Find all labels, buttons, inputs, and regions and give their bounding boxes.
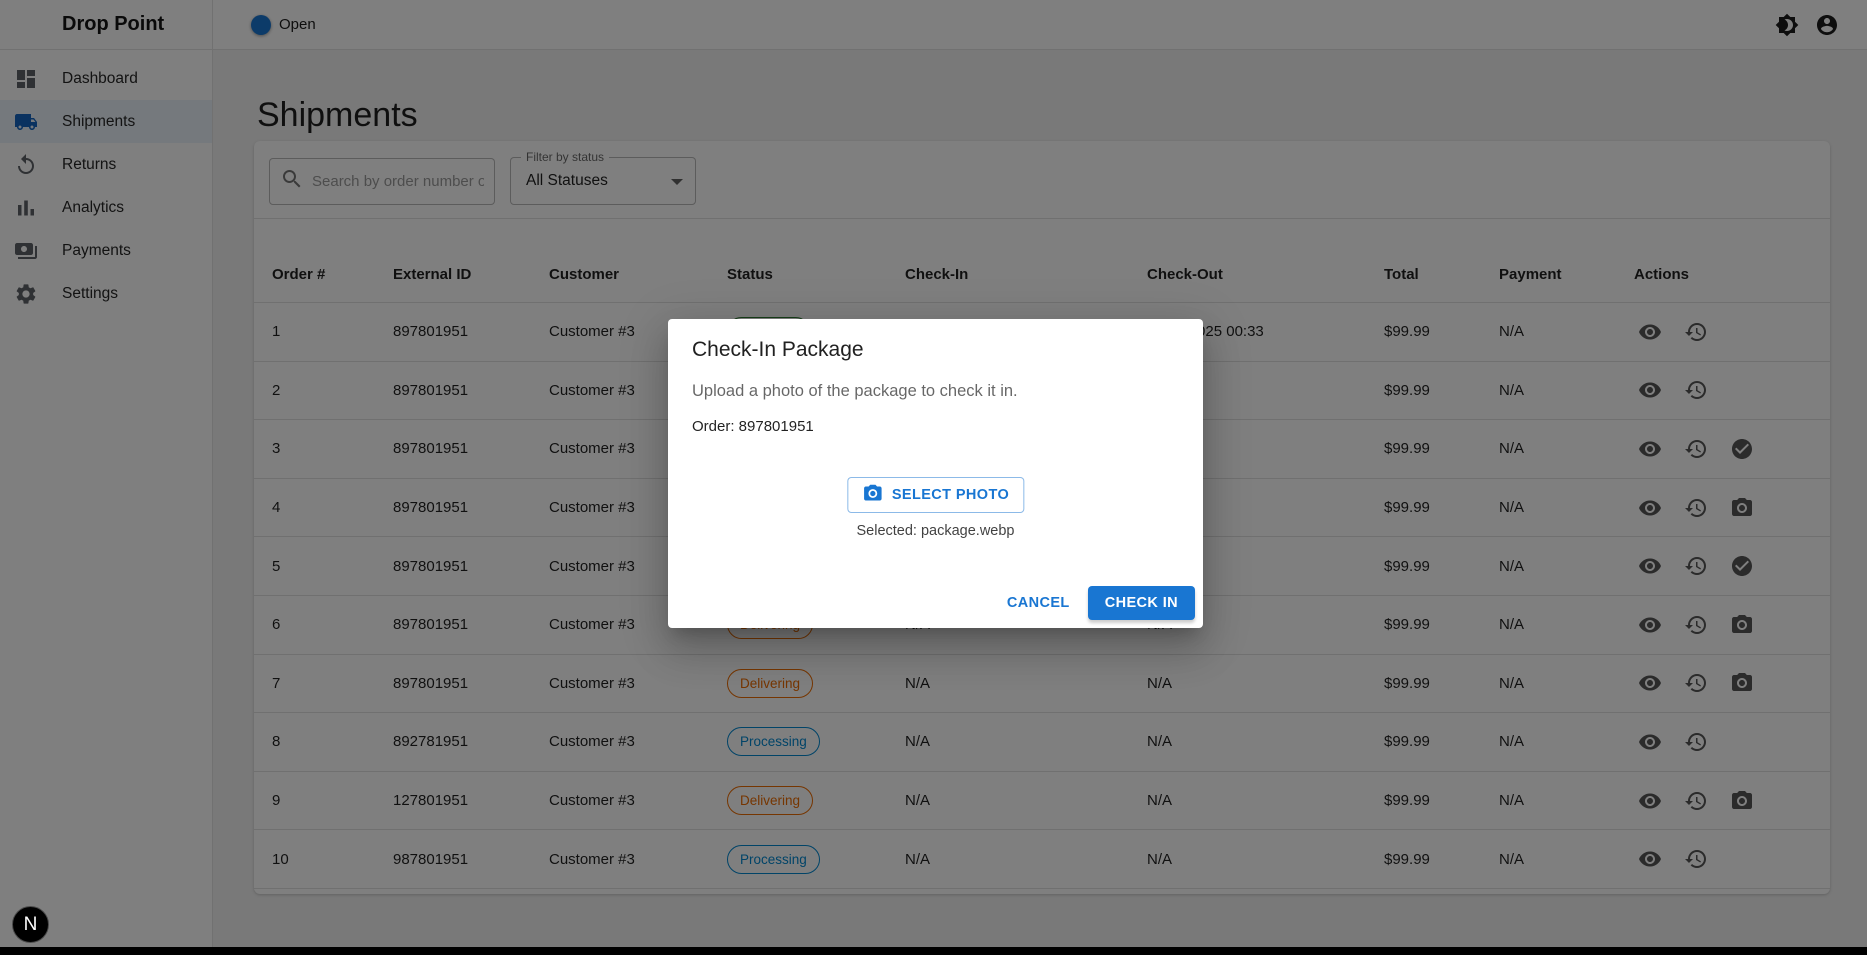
bottom-bar	[0, 947, 1867, 955]
cancel-button[interactable]: CANCEL	[997, 587, 1080, 619]
selected-file-text: Selected: package.webp	[668, 523, 1203, 539]
check-in-dialog: Check-In Package Upload a photo of the p…	[668, 319, 1203, 628]
check-in-button[interactable]: CHECK IN	[1088, 586, 1195, 620]
dialog-title: Check-In Package	[692, 338, 864, 362]
app-root: Drop Point Open DashboardShipmentsReturn…	[0, 0, 1867, 955]
dialog-order-line: Order: 897801951	[692, 418, 814, 435]
nextjs-dev-badge[interactable]: N	[12, 906, 49, 943]
select-photo-label: SELECT PHOTO	[892, 487, 1009, 503]
select-photo-button[interactable]: SELECT PHOTO	[847, 477, 1024, 513]
dialog-description: Upload a photo of the package to check i…	[692, 382, 1018, 401]
camera-icon	[862, 483, 883, 508]
dialog-actions: CANCEL CHECK IN	[997, 586, 1195, 620]
